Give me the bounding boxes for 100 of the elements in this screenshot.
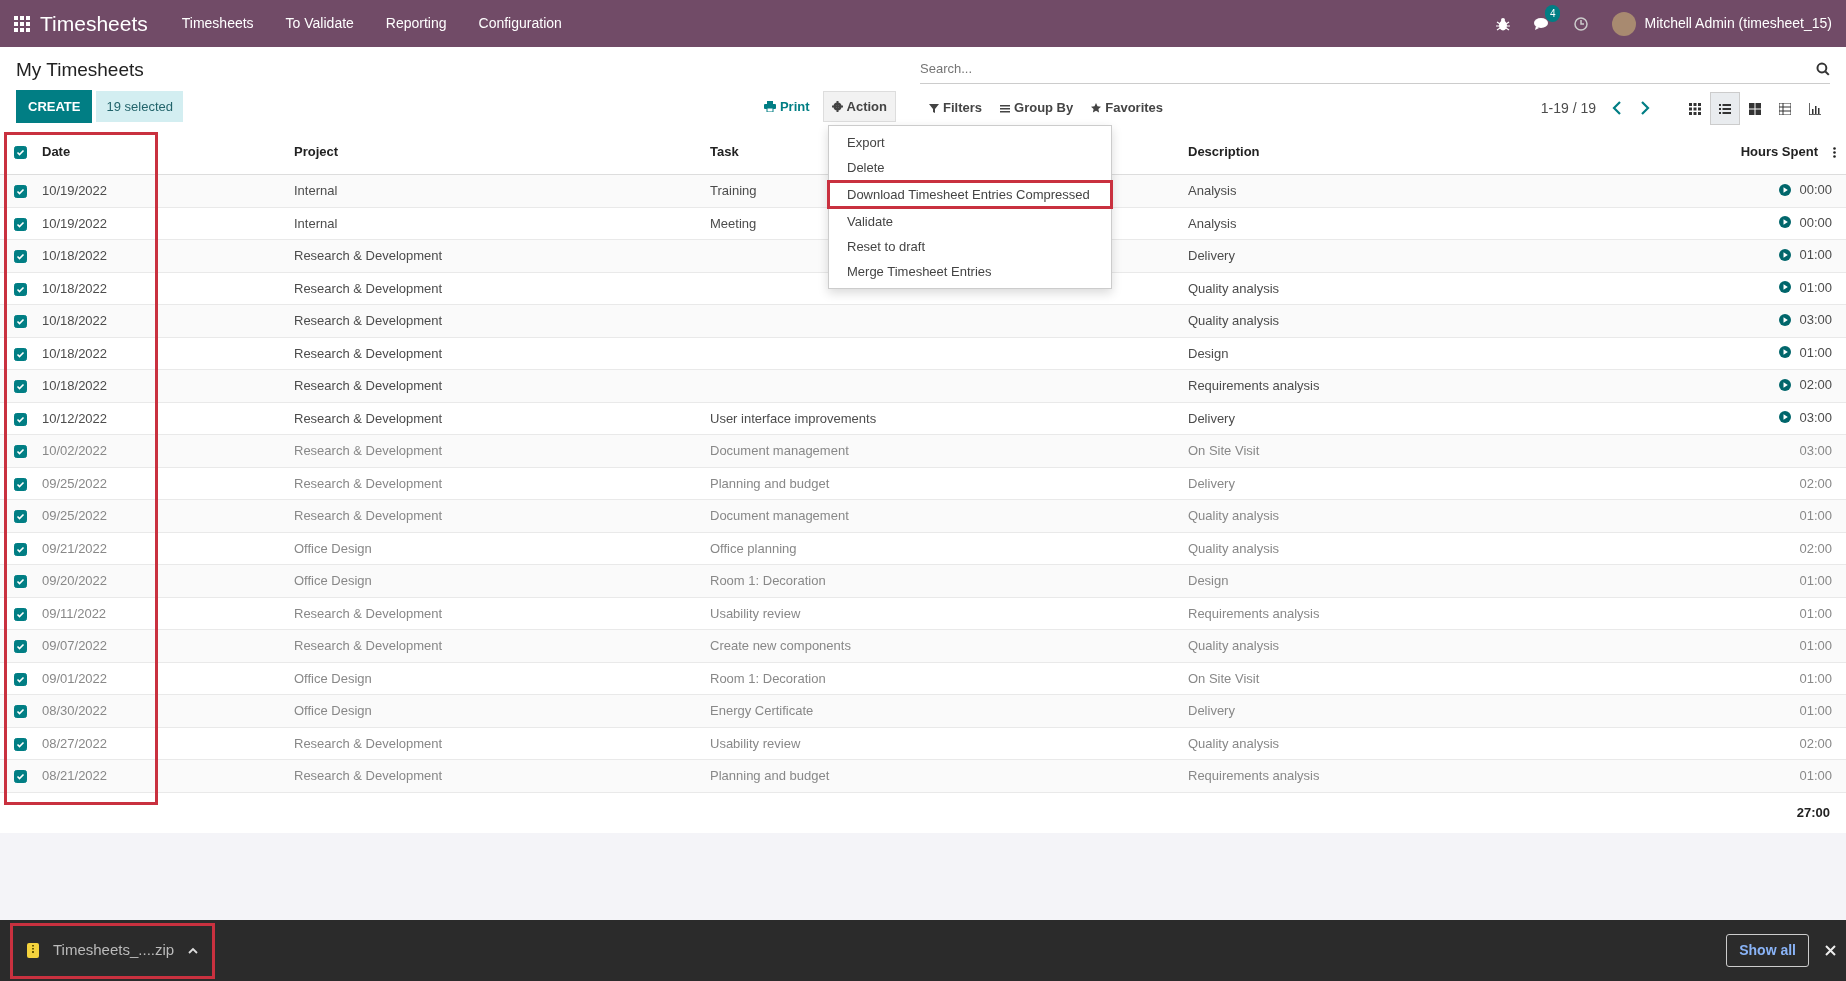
row-checkbox[interactable] — [14, 412, 27, 426]
user-name[interactable]: Mitchell Admin (timesheet_15) — [1644, 13, 1832, 34]
column-header[interactable]: Project — [294, 143, 339, 159]
bug-icon[interactable] — [1496, 16, 1511, 31]
row-checkbox[interactable] — [14, 445, 27, 459]
column-header[interactable]: Hours Spent — [1740, 143, 1818, 159]
project-cell: Research & Development — [294, 605, 443, 621]
more-options-icon[interactable] — [1833, 146, 1836, 158]
filter-button[interactable]: Filters — [920, 92, 991, 124]
timer-play-icon[interactable] — [1779, 248, 1792, 261]
menu-item[interactable]: Timesheets — [165, 13, 270, 34]
menu-item[interactable]: Configuration — [462, 13, 578, 34]
project-cell: Office Design — [294, 703, 372, 718]
date-cell: 09/25/2022 — [42, 508, 108, 523]
timer-play-icon[interactable] — [1779, 313, 1792, 326]
row-checkbox[interactable] — [14, 510, 27, 524]
task-cell: Document management — [710, 508, 849, 523]
menu-item[interactable]: Reporting — [369, 13, 463, 34]
timer-play-icon[interactable] — [1779, 411, 1792, 424]
row-checkbox[interactable] — [14, 315, 27, 329]
task-cell: Planning and budget — [710, 768, 830, 783]
column-header[interactable]: Task — [710, 143, 739, 159]
menu-option[interactable]: Delete — [829, 155, 1111, 180]
date-cell: 08/27/2022 — [42, 735, 108, 751]
project-cell: Research & Development — [294, 248, 443, 263]
hours-cell-text: 01:00 — [1799, 246, 1832, 265]
select-all-checkbox[interactable] — [14, 145, 27, 159]
show-all-button[interactable]: Show all — [1726, 934, 1809, 967]
task-cell: Create new components — [710, 638, 851, 653]
row-checkbox[interactable] — [14, 607, 27, 621]
row-checkbox[interactable] — [14, 217, 27, 231]
row-checkbox[interactable] — [14, 477, 27, 491]
hours-cell-text: 03:00 — [1799, 442, 1832, 460]
hours-cell-text: 01:00 — [1799, 507, 1832, 525]
date-cell: 10/18/2022 — [42, 313, 108, 328]
action-button[interactable]: Action — [822, 90, 896, 123]
row-checkbox[interactable] — [14, 380, 27, 394]
timer-play-icon[interactable] — [1779, 378, 1792, 391]
row-checkbox[interactable] — [14, 282, 27, 296]
apps-menu-icon[interactable] — [14, 15, 30, 32]
timer-play-icon[interactable] — [1779, 346, 1792, 359]
row-checkbox[interactable] — [14, 542, 27, 556]
date-cell: 08/21/2022 — [42, 768, 108, 783]
task-cell: Usability review — [710, 735, 801, 751]
row-checkbox[interactable] — [14, 737, 27, 751]
menu-item[interactable]: To Validate — [269, 13, 370, 34]
description-cell: Quality analysis — [1188, 735, 1280, 751]
project-cell: Office Design — [294, 670, 372, 686]
column-header[interactable]: Description — [1188, 143, 1260, 159]
hours-cell-text: 00:00 — [1799, 181, 1832, 200]
row-checkbox[interactable] — [14, 347, 27, 361]
app-title: Timesheets — [40, 10, 148, 37]
previous-icon[interactable] — [1612, 101, 1622, 115]
gear-icon — [831, 101, 843, 113]
menu-option[interactable]: Merge Timesheet Entries — [829, 259, 1111, 284]
menu-option[interactable]: Reset to draft — [829, 234, 1111, 259]
description-cell: On Site Visit — [1188, 670, 1260, 686]
date-cell: 09/07/2022 — [42, 638, 108, 653]
column-header[interactable]: Date — [42, 143, 71, 159]
menu-option[interactable]: Validate — [829, 209, 1111, 234]
create-button[interactable]: CREATE — [16, 89, 93, 124]
description-cell: Delivery — [1188, 475, 1235, 491]
funnel-icon — [929, 103, 939, 113]
view-switch-button[interactable] — [1710, 91, 1740, 125]
date-cell: 09/21/2022 — [42, 540, 108, 556]
filter-button[interactable]: Favorites — [1082, 92, 1173, 124]
description-cell: Quality analysis — [1188, 508, 1280, 523]
project-cell: Research & Development — [294, 735, 443, 751]
filter-button[interactable]: Group By — [991, 92, 1083, 124]
row-checkbox[interactable] — [14, 672, 27, 686]
next-icon[interactable] — [1640, 101, 1650, 115]
project-cell: Research & Development — [294, 345, 443, 361]
download-item[interactable]: Timesheets_....zip — [10, 922, 216, 979]
date-cell: 10/19/2022 — [42, 183, 108, 198]
hours-cell-text: 01:00 — [1799, 767, 1832, 785]
date-cell: 08/30/2022 — [42, 703, 108, 718]
row-checkbox[interactable] — [14, 640, 27, 654]
row-checkbox[interactable] — [14, 250, 27, 264]
menu-option[interactable]: Export — [829, 130, 1111, 155]
bar-chart-icon — [1809, 102, 1821, 115]
row-checkbox[interactable] — [14, 575, 27, 589]
timer-play-icon[interactable] — [1779, 281, 1792, 294]
menu-option[interactable]: Download Timesheet Entries Compressed — [829, 182, 1111, 207]
printer-icon — [763, 101, 776, 113]
row-checkbox[interactable] — [14, 705, 27, 719]
project-cell: Office Design — [294, 573, 372, 588]
hours-cell-text: 01:00 — [1799, 278, 1832, 297]
chat-bubbles-icon[interactable] — [1534, 17, 1551, 32]
timer-play-icon[interactable] — [1779, 216, 1792, 229]
description-cell: Quality analysis — [1188, 638, 1280, 653]
page-title: My Timesheets — [16, 59, 145, 82]
date-cell: 09/25/2022 — [42, 475, 108, 491]
close-icon[interactable] — [1825, 945, 1836, 956]
clock-icon[interactable] — [1574, 16, 1589, 31]
timer-play-icon[interactable] — [1779, 183, 1792, 196]
hours-cell-text: 02:00 — [1799, 376, 1832, 395]
row-checkbox[interactable] — [14, 185, 27, 199]
row-checkbox[interactable] — [14, 770, 27, 784]
project-cell: Research & Development — [294, 768, 443, 783]
print-button[interactable]: Print — [754, 90, 819, 123]
